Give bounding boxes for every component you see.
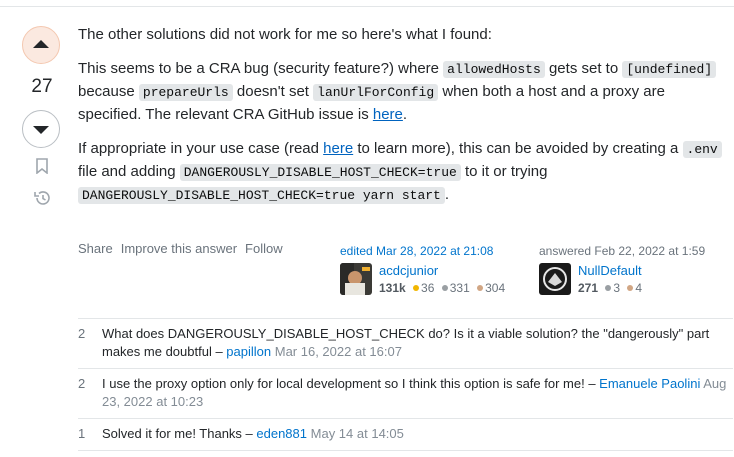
gold-badge-icon — [413, 285, 420, 292]
history-icon[interactable] — [33, 189, 52, 207]
arrow-up-icon — [33, 40, 49, 48]
comment-text: What does DANGEROUSLY_DISABLE_HOST_CHECK… — [102, 326, 710, 359]
comment-date[interactable]: May 14 at 14:05 — [311, 426, 404, 441]
gold-badge-count: 36 — [421, 281, 435, 295]
comment-date[interactable]: Mar 16, 2022 at 16:07 — [275, 344, 402, 359]
comment-body: I use the proxy option only for local de… — [102, 375, 733, 411]
comment-text: I use the proxy option only for local de… — [102, 376, 600, 391]
author-avatar-image — [543, 267, 567, 291]
downvote-button[interactable] — [22, 110, 60, 148]
bookmark-icon[interactable] — [36, 158, 48, 174]
inline-code: prepareUrls — [138, 84, 233, 101]
avatar[interactable] — [539, 263, 571, 295]
comment-item: 2 I use the proxy option only for local … — [78, 368, 733, 418]
follow-link[interactable]: Follow — [245, 241, 283, 256]
author-user-card: NullDefault 271 3 4 — [539, 263, 705, 295]
bronze-badge-count: 304 — [485, 281, 506, 295]
editor-user-card: acdcjunior 131k 36 331 304 — [340, 263, 505, 295]
learn-more-link[interactable]: here — [323, 140, 353, 157]
editor-signature: edited Mar 28, 2022 at 21:08 acdcjunior … — [340, 244, 505, 295]
inline-code: [undefined] — [622, 61, 717, 78]
paragraph-workaround: If appropriate in your use case (read he… — [78, 138, 728, 207]
bronze-badge-icon — [627, 285, 634, 292]
silver-badge-count: 3 — [613, 281, 621, 295]
inline-code: DANGEROUSLY_DISABLE_HOST_CHECK=true yarn… — [78, 187, 445, 204]
comment-score: 2 — [78, 326, 86, 341]
author-reputation: 271 3 4 — [578, 281, 642, 295]
paragraph-intro: The other solutions did not work for me … — [78, 26, 492, 43]
editor-username[interactable]: acdcjunior — [379, 263, 505, 279]
upvote-button[interactable] — [22, 26, 60, 64]
post-menu: Share Improve this answer Follow — [78, 241, 283, 256]
bronze-badge-count: 4 — [635, 281, 643, 295]
comment-list: 2 What does DANGEROUSLY_DISABLE_HOST_CHE… — [78, 318, 733, 451]
avatar[interactable] — [340, 263, 372, 295]
comment-score: 1 — [78, 426, 86, 441]
vote-column: 27 — [22, 26, 62, 205]
arrow-down-icon — [33, 126, 49, 134]
comment-score: 2 — [78, 376, 86, 391]
github-issue-link[interactable]: here — [373, 106, 403, 123]
inline-code: DANGEROUSLY_DISABLE_HOST_CHECK=true — [179, 164, 461, 181]
comment-user-link[interactable]: eden881 — [256, 426, 307, 441]
paragraph-explanation: This seems to be a CRA bug (security fea… — [78, 58, 728, 126]
improve-answer-link[interactable]: Improve this answer — [121, 241, 237, 256]
inline-code: lanUrlForConfig — [313, 84, 439, 101]
editor-reputation: 131k 36 331 304 — [379, 281, 505, 295]
top-divider — [0, 6, 734, 7]
author-username[interactable]: NullDefault — [578, 263, 642, 279]
comment-body: What does DANGEROUSLY_DISABLE_HOST_CHECK… — [102, 325, 733, 361]
silver-badge-count: 331 — [449, 281, 470, 295]
comment-body: Solved it for me! Thanks – eden881 May 1… — [102, 425, 404, 443]
reputation-score: 131k — [379, 281, 406, 295]
silver-badge-icon — [605, 285, 612, 292]
comment-user-link[interactable]: papillon — [226, 344, 271, 359]
reputation-score: 271 — [578, 281, 599, 295]
comment-item: 2 What does DANGEROUSLY_DISABLE_HOST_CHE… — [78, 318, 733, 368]
inline-code: .env — [682, 141, 722, 158]
bronze-badge-icon — [477, 285, 484, 292]
share-link[interactable]: Share — [78, 241, 113, 256]
edit-timestamp-link[interactable]: edited Mar 28, 2022 at 21:08 — [340, 244, 505, 258]
vote-count: 27 — [31, 76, 53, 97]
answer-timestamp: answered Feb 22, 2022 at 1:59 — [539, 244, 706, 258]
inline-code: allowedHosts — [443, 61, 545, 78]
comment-item: 1 Solved it for me! Thanks – eden881 May… — [78, 418, 733, 451]
silver-badge-icon — [441, 285, 448, 292]
answer-body: The other solutions did not work for me … — [78, 24, 728, 219]
comment-text: Solved it for me! Thanks – — [102, 426, 257, 441]
comment-user-link[interactable]: Emanuele Paolini — [599, 376, 700, 391]
author-signature: answered Feb 22, 2022 at 1:59 NullDefaul… — [539, 244, 705, 295]
